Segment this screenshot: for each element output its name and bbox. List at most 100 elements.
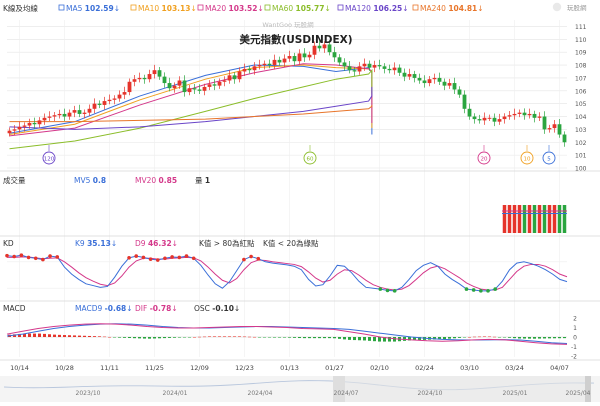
candle-body: [122, 92, 127, 95]
osc-bar: [213, 336, 216, 337]
candle-body: [272, 59, 277, 66]
kd-green-dot: [493, 287, 498, 291]
legend-direction: ↓: [171, 304, 177, 313]
osc-bar: [543, 337, 546, 339]
osc-bar: [323, 337, 326, 339]
osc-bar: [533, 337, 536, 339]
kd-red-dot: [191, 256, 196, 261]
legend-value: 35.13: [87, 239, 111, 248]
chart-container: 111 110 109 108 107 106 105 104 103 102 101 100 Want…: [0, 0, 600, 402]
candle-body: [437, 77, 442, 82]
macd-tick-label: 2: [573, 316, 577, 323]
candle-body: [452, 83, 457, 90]
candle-body: [217, 81, 222, 86]
candle-body: [482, 117, 487, 121]
osc-bar: [233, 336, 236, 337]
candle-body: [377, 65, 382, 67]
legend-value: 103.52: [229, 4, 258, 13]
legend-value: -0.68: [105, 304, 127, 313]
candle-body: [497, 119, 502, 122]
candle-body: [207, 84, 212, 87]
candle-body: [127, 81, 132, 93]
volume-legend-MV20: MV20 0.85: [135, 176, 177, 185]
osc-bar: [563, 337, 566, 339]
navigator-label: 2024/07: [334, 390, 359, 397]
kd-red-dot: [19, 253, 24, 257]
candle-body: [32, 122, 37, 125]
osc-bar: [538, 337, 541, 339]
osc-bar: [378, 337, 381, 342]
osc-bar: [158, 337, 161, 339]
kd-red-dot: [256, 256, 261, 261]
osc-bar: [83, 335, 86, 337]
candle-body: [137, 77, 142, 80]
candle-body: [162, 76, 167, 84]
candle-body: [537, 116, 542, 118]
osc-bar: [308, 337, 311, 339]
candle-body: [467, 108, 472, 117]
osc-bar: [278, 337, 281, 338]
candle-body: [302, 53, 307, 58]
candle-body: [212, 84, 217, 86]
kd-red-dot: [55, 255, 60, 259]
legend-ma10: MA10 103.13↓: [138, 4, 197, 13]
kd-note-green: K值 < 20為綠點: [263, 238, 319, 248]
legend-name: DIF: [135, 304, 150, 313]
candle-body: [97, 103, 102, 105]
kd-red-dot: [177, 255, 182, 260]
candle-body: [72, 110, 77, 113]
volume-bar: [507, 205, 512, 233]
osc-bar: [43, 333, 46, 337]
volume-bar: [527, 205, 532, 233]
candle-body: [397, 67, 402, 73]
osc-bar: [513, 337, 516, 339]
volume-bar: [542, 205, 547, 233]
osc-bar: [283, 337, 286, 338]
candle-body: [542, 116, 547, 130]
osc-bar: [173, 337, 176, 338]
candle-body: [247, 68, 252, 71]
volume-legend-MV5: MV5 0.8: [74, 176, 106, 185]
legend-direction: ↓: [190, 4, 196, 13]
candle-body: [512, 113, 517, 116]
macd-legend-osc: OSC -0.10↓: [194, 304, 240, 313]
candle-body: [392, 67, 397, 71]
legend-name: MV5: [74, 176, 93, 185]
legend-value: 0.8: [93, 176, 106, 185]
price-tick-label: 100: [575, 166, 587, 173]
volume-bar: [557, 205, 562, 233]
candle-body: [22, 125, 27, 127]
osc-bar: [188, 337, 191, 338]
price-tick-label: 102: [575, 140, 587, 147]
x-tick-label: 01/27: [325, 364, 344, 372]
navigator-label: 2025/01: [503, 390, 528, 397]
osc-bar: [178, 337, 181, 338]
logo-icon: [552, 2, 562, 12]
volume-bar: [547, 205, 552, 233]
volume-bar: [532, 205, 537, 233]
osc-bar: [483, 336, 486, 337]
osc-bar: [53, 334, 56, 337]
kd-green-dot: [392, 289, 397, 293]
watermark-text: WantGoo 玩股網: [262, 20, 314, 29]
candle-body: [337, 57, 342, 63]
osc-bar: [333, 337, 336, 339]
macd-tick-label: 0: [573, 335, 577, 342]
legend-value: 106.25: [373, 4, 402, 13]
candle-body: [362, 63, 367, 67]
osc-bar: [148, 337, 151, 339]
kd-note-red: K值 > 80為紅點: [199, 238, 255, 248]
macd-panel-label: MACD: [3, 304, 26, 313]
kd-green-dot: [385, 288, 390, 293]
legend-direction: ↓: [402, 4, 408, 13]
osc-bar: [218, 336, 221, 337]
kd-green-dot: [464, 287, 469, 291]
volume-bar: [562, 205, 567, 233]
price-tick-label: 105: [575, 101, 587, 108]
candle-body: [12, 129, 17, 131]
candle-body: [552, 124, 557, 129]
ma-marker-label: 20: [481, 157, 488, 163]
price-panel-label: K線及均線: [3, 3, 38, 13]
osc-bar: [118, 337, 121, 338]
volume-panel-label: 成交量: [3, 175, 26, 185]
